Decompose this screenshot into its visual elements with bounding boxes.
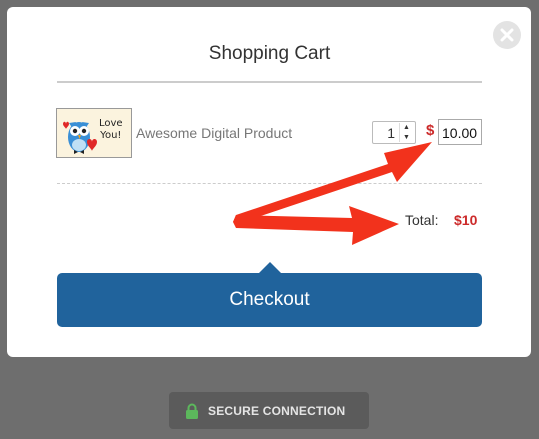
secure-connection-badge: SECURE CONNECTION bbox=[169, 392, 369, 429]
checkout-pointer bbox=[259, 262, 281, 273]
close-icon bbox=[500, 28, 514, 42]
currency-symbol: $ bbox=[426, 122, 435, 139]
increment-arrow-icon[interactable]: ▲ bbox=[400, 123, 413, 133]
secure-connection-label: SECURE CONNECTION bbox=[208, 403, 346, 418]
product-thumbnail: Love You! bbox=[56, 108, 132, 158]
close-button[interactable] bbox=[493, 21, 521, 49]
checkout-button[interactable]: Checkout bbox=[57, 273, 482, 327]
item-divider bbox=[57, 183, 482, 184]
quantity-spinner[interactable]: ▲ ▼ bbox=[399, 123, 413, 142]
lock-icon bbox=[186, 403, 198, 419]
total-value: $10 bbox=[454, 212, 478, 228]
quantity-value[interactable]: 1 bbox=[377, 125, 395, 141]
title-divider bbox=[57, 81, 482, 83]
cart-title: Shopping Cart bbox=[208, 43, 331, 64]
thumbnail-caption-text: Love You! bbox=[99, 118, 123, 141]
product-name: Awesome Digital Product bbox=[136, 125, 293, 141]
price-input[interactable]: 10.00 bbox=[438, 119, 482, 145]
quantity-stepper[interactable]: 1 ▲ ▼ bbox=[372, 121, 416, 144]
thumbnail-caption: Love You! bbox=[99, 118, 123, 142]
decrement-arrow-icon[interactable]: ▼ bbox=[400, 133, 413, 143]
total-label: Total: bbox=[405, 212, 439, 228]
